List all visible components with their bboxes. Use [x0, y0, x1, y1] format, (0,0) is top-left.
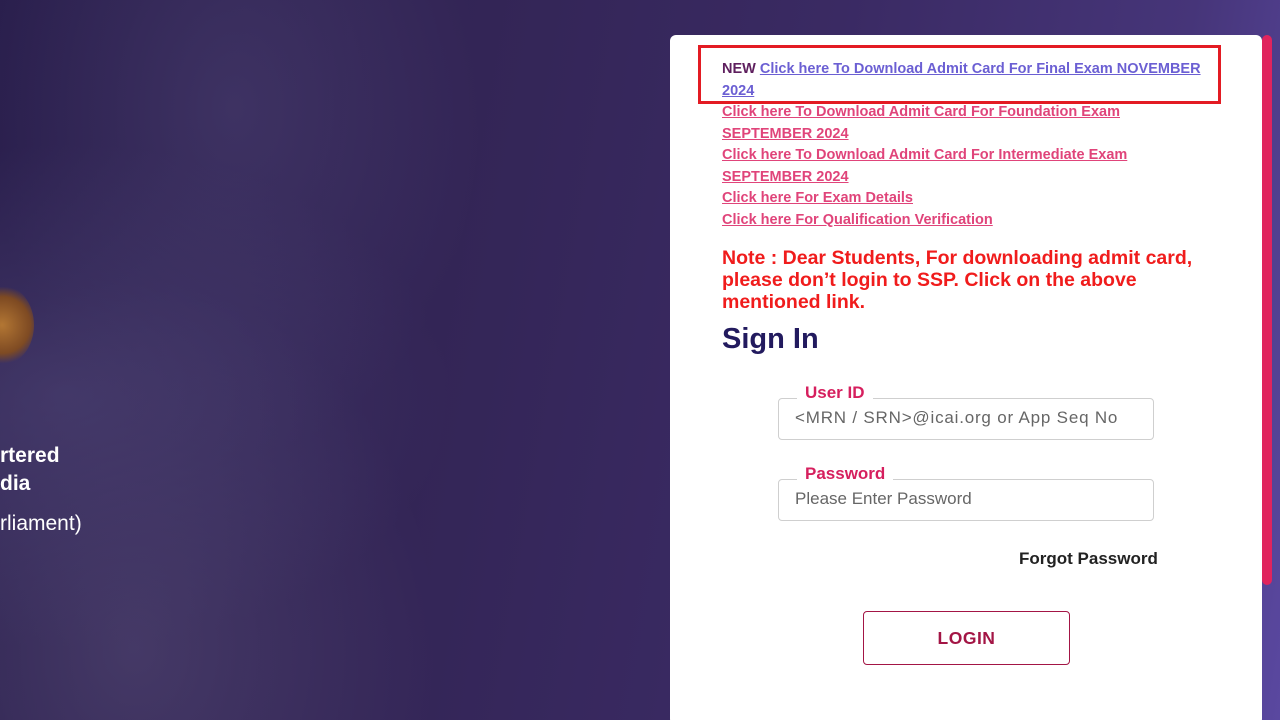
institute-name-line-2: dia [0, 472, 31, 495]
admit-card-note: Note : Dear Students, For downloading ad… [722, 247, 1193, 313]
forgot-password-link[interactable]: Forgot Password [1019, 549, 1158, 569]
institute-name: rtered dia [0, 442, 60, 498]
institute-name-line-1: rtered [0, 444, 60, 467]
link-foundation-admit-card[interactable]: Click here To Download Admit Card For Fo… [722, 102, 1212, 145]
panel-scrollbar[interactable] [1262, 35, 1272, 585]
new-tag: NEW [722, 61, 756, 77]
user-id-label: User ID [797, 383, 873, 403]
new-announcement: NEW Click here To Download Admit Card Fo… [722, 59, 1212, 102]
page-title: Sign In [722, 323, 819, 355]
link-final-admit-card[interactable]: Click here To Download Admit Card For Fi… [722, 61, 1201, 99]
login-button[interactable]: LOGIN [863, 611, 1070, 665]
password-input[interactable] [795, 489, 1140, 509]
user-id-input[interactable] [795, 408, 1140, 428]
link-qualification-verification[interactable]: Click here For Qualification Verificatio… [722, 210, 1212, 232]
institute-subtitle: rliament) [0, 512, 82, 535]
link-exam-details[interactable]: Click here For Exam Details [722, 188, 1212, 210]
password-label: Password [797, 464, 894, 484]
background-photo [0, 0, 670, 720]
user-id-field: User ID [778, 383, 1154, 440]
password-field: Password [778, 464, 1154, 521]
link-intermediate-admit-card[interactable]: Click here To Download Admit Card For In… [722, 145, 1212, 188]
announcement-links: NEW Click here To Download Admit Card Fo… [722, 59, 1212, 231]
